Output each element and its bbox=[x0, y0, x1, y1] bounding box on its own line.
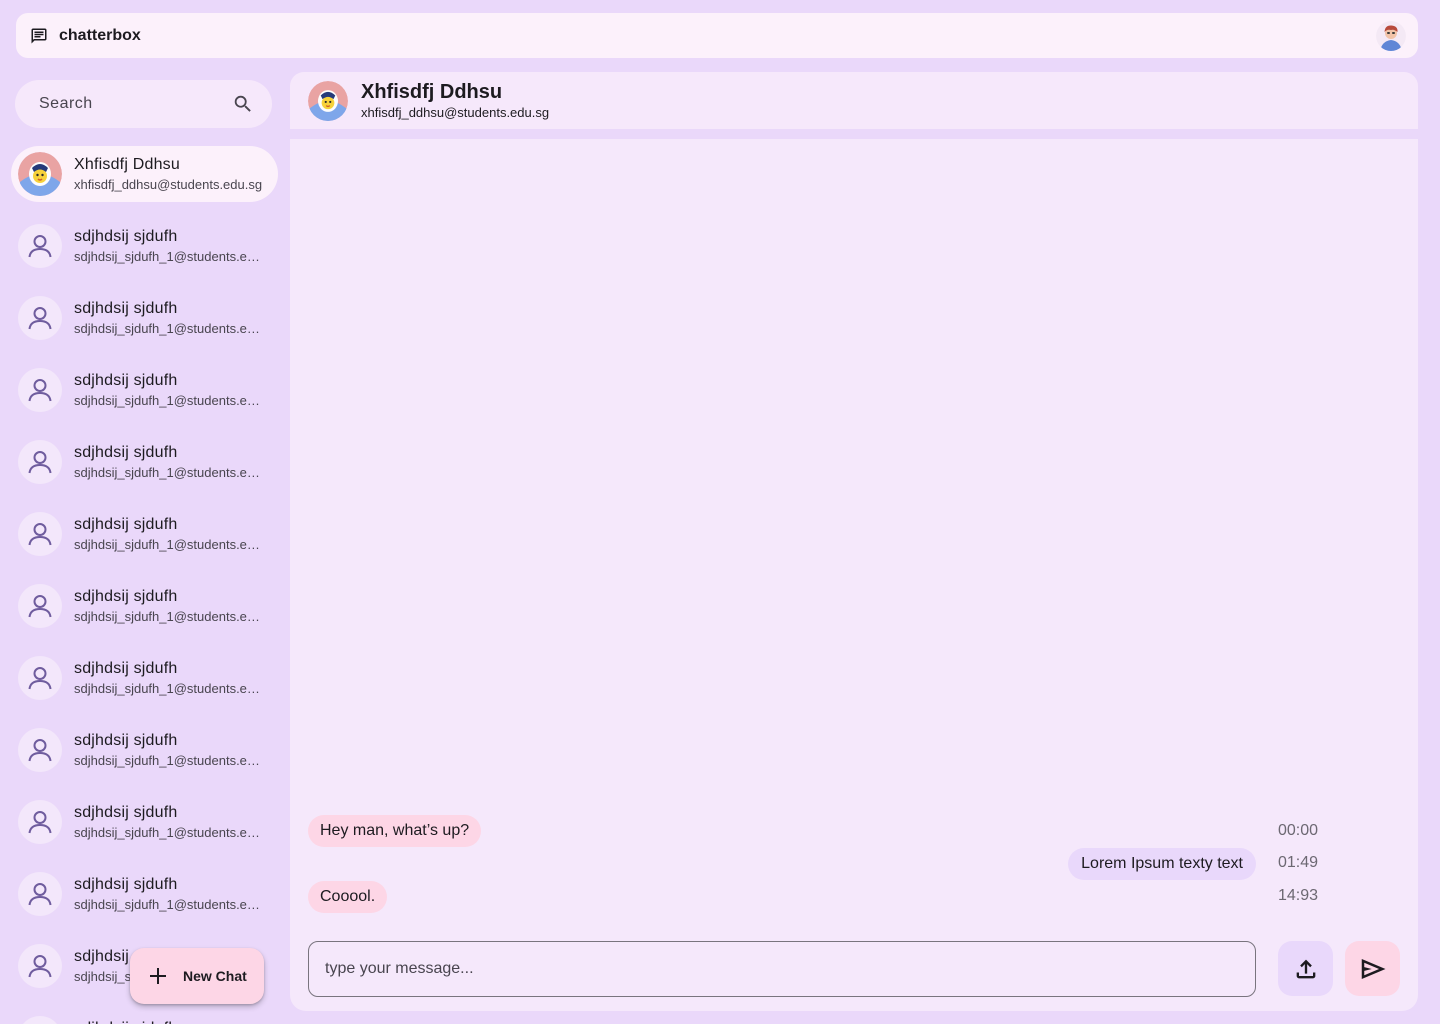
contact-list-item[interactable]: sdjhdsij sjdufh sdjhdsij_sjdufh_1@student… bbox=[11, 290, 278, 346]
app-title: chatterbox bbox=[59, 26, 141, 44]
contact-list-item[interactable]: sdjhdsij sjdufhsdjhdsij_sjdufh_1@student… bbox=[11, 1010, 278, 1024]
contact-email: sdjhdsij_sjdufh_1@students.edu.sg bbox=[74, 465, 266, 480]
message-bubble-incoming: Hey man, what’s up? bbox=[308, 815, 482, 847]
message-bubble-incoming: Cooool. bbox=[308, 881, 388, 913]
chat-contact-email: xhfisdfj_ddhsu@students.edu.sg bbox=[361, 105, 550, 120]
search-bar[interactable]: Search bbox=[15, 80, 272, 128]
contact-list-item[interactable]: sdjhdsij sjdufh sdjhdsij_sjdufh_1@student… bbox=[11, 434, 278, 490]
contact-avatar bbox=[18, 152, 62, 196]
contact-name: sdjhdsij sjdufh bbox=[74, 876, 178, 893]
person-icon bbox=[18, 296, 62, 340]
contact-email: sdjhdsij_sjdufh_1@students.edu.sg bbox=[74, 897, 266, 912]
person-icon bbox=[18, 224, 62, 268]
contact-email: sdjhdsij_sjdufh_1@students.edu.sg bbox=[74, 537, 266, 552]
chat-panel: Hey man, what’s up? 00:00 Lorem Ipsum te… bbox=[290, 139, 1418, 1011]
person-icon bbox=[18, 1016, 62, 1024]
person-icon bbox=[18, 944, 62, 988]
contact-name: sdjhdsij sjdufh bbox=[74, 300, 178, 317]
person-icon bbox=[18, 512, 62, 556]
contact-name: Xhfisdfj Ddhsu bbox=[74, 156, 180, 173]
contact-email: sdjhdsij_sjdufh_1@students.edu.sg bbox=[74, 681, 266, 696]
person-icon bbox=[18, 440, 62, 484]
contact-name: sdjhdsij sjdufh bbox=[74, 732, 178, 749]
search-input[interactable]: Search bbox=[39, 95, 232, 113]
person-icon bbox=[18, 584, 62, 628]
contact-name: sdjhdsij sjdufh bbox=[74, 804, 178, 821]
contact-list-item[interactable]: sdjhdsij sjdufh sdjhdsij_sjdufh_1@student… bbox=[11, 794, 278, 850]
contact-email: sdjhdsij_sjdufh_1@students.edu.sg bbox=[74, 393, 266, 408]
contact-name: sdjhdsij sjdufh bbox=[74, 516, 178, 533]
contact-name: sdjhdsij sjdufh bbox=[74, 372, 178, 389]
contact-list-item[interactable]: sdjhdsij sjdufh sdjhdsij_sjdufh_1@student… bbox=[11, 578, 278, 634]
send-icon bbox=[1358, 954, 1388, 984]
contact-list-item[interactable]: sdjhdsij sjdufh sdjhdsij_sjdufh_1@student… bbox=[11, 866, 278, 922]
chat-header: Xhfisdfj Ddhsu xhfisdfj_ddhsu@students.e… bbox=[290, 72, 1418, 129]
chat-bubble-icon bbox=[30, 27, 48, 45]
contact-name: sdjhdsij sjdufh bbox=[74, 228, 178, 245]
contact-email: sdjhdsij_sjdufh_1@students.edu.sg bbox=[74, 825, 266, 840]
message-input[interactable] bbox=[325, 960, 1255, 978]
contact-list-item[interactable]: sdjhdsij sjdufh sdjhdsij_sjdufh_1@student… bbox=[11, 506, 278, 562]
contact-name: sdjhdsij sjdufh bbox=[74, 588, 178, 605]
message-composer[interactable] bbox=[308, 941, 1256, 997]
search-icon[interactable] bbox=[232, 93, 254, 115]
chat-contact-name: Xhfisdfj Ddhsu bbox=[361, 81, 503, 103]
person-icon bbox=[18, 368, 62, 412]
contacts-sidebar: Search Xhfisdfj Ddhsu xhfisdfj_ddhsu@stud… bbox=[0, 72, 290, 1024]
upload-button[interactable] bbox=[1278, 941, 1333, 996]
contact-email: sdjhdsij_sjdufh_1@students.edu.sg bbox=[74, 321, 266, 336]
message-time: 00:00 bbox=[1278, 822, 1319, 839]
app-bar: chatterbox bbox=[16, 13, 1418, 58]
send-button[interactable] bbox=[1345, 941, 1400, 996]
contact-list-item[interactable]: sdjhdsij sjdufh sdjhdsij_sjdufh_1@student… bbox=[11, 362, 278, 418]
new-chat-label: New Chat bbox=[183, 968, 247, 984]
contact-list-item[interactable]: sdjhdsij sjdufh sdjhdsij_sjdufh_1@student… bbox=[11, 650, 278, 706]
person-icon bbox=[18, 872, 62, 916]
message-time: 01:49 bbox=[1278, 854, 1319, 871]
contact-email: sdjhdsij_sjdufh_1@students.edu.sg bbox=[74, 609, 266, 624]
contact-email: sdjhdsij_sjdufh_1@students.edu.sg bbox=[74, 249, 266, 264]
user-avatar[interactable] bbox=[1376, 20, 1406, 51]
upload-icon bbox=[1292, 955, 1320, 983]
contact-list-item[interactable]: Xhfisdfj Ddhsu xhfisdfj_ddhsu@students.ed… bbox=[11, 146, 278, 202]
contact-name: sdjhdsij sjdufh bbox=[74, 1020, 266, 1024]
contact-list-item[interactable]: sdjhdsij sjdufh sdjhdsij_sjdufh_1@student… bbox=[11, 722, 278, 778]
contact-email: sdjhdsij_sjdufh_1@students.edu.sg bbox=[74, 753, 266, 768]
person-icon bbox=[18, 656, 62, 700]
message-time: 14:93 bbox=[1278, 887, 1319, 904]
message-bubble-outgoing: Lorem Ipsum texty text bbox=[1068, 848, 1256, 880]
person-icon bbox=[18, 800, 62, 844]
contact-list-item[interactable]: sdjhdsij sjdufh sdjhdsij_sjdufh_1@student… bbox=[11, 218, 278, 274]
new-chat-button[interactable]: New Chat bbox=[130, 948, 264, 1004]
person-icon bbox=[18, 728, 62, 772]
contact-name: sdjhdsij sjdufh bbox=[74, 660, 178, 677]
contact-name: sdjhdsij sjdufh bbox=[74, 444, 178, 461]
chat-contact-avatar bbox=[308, 80, 348, 121]
contact-email: xhfisdfj_ddhsu@students.edu.sg bbox=[74, 177, 263, 192]
plus-icon bbox=[149, 967, 167, 985]
